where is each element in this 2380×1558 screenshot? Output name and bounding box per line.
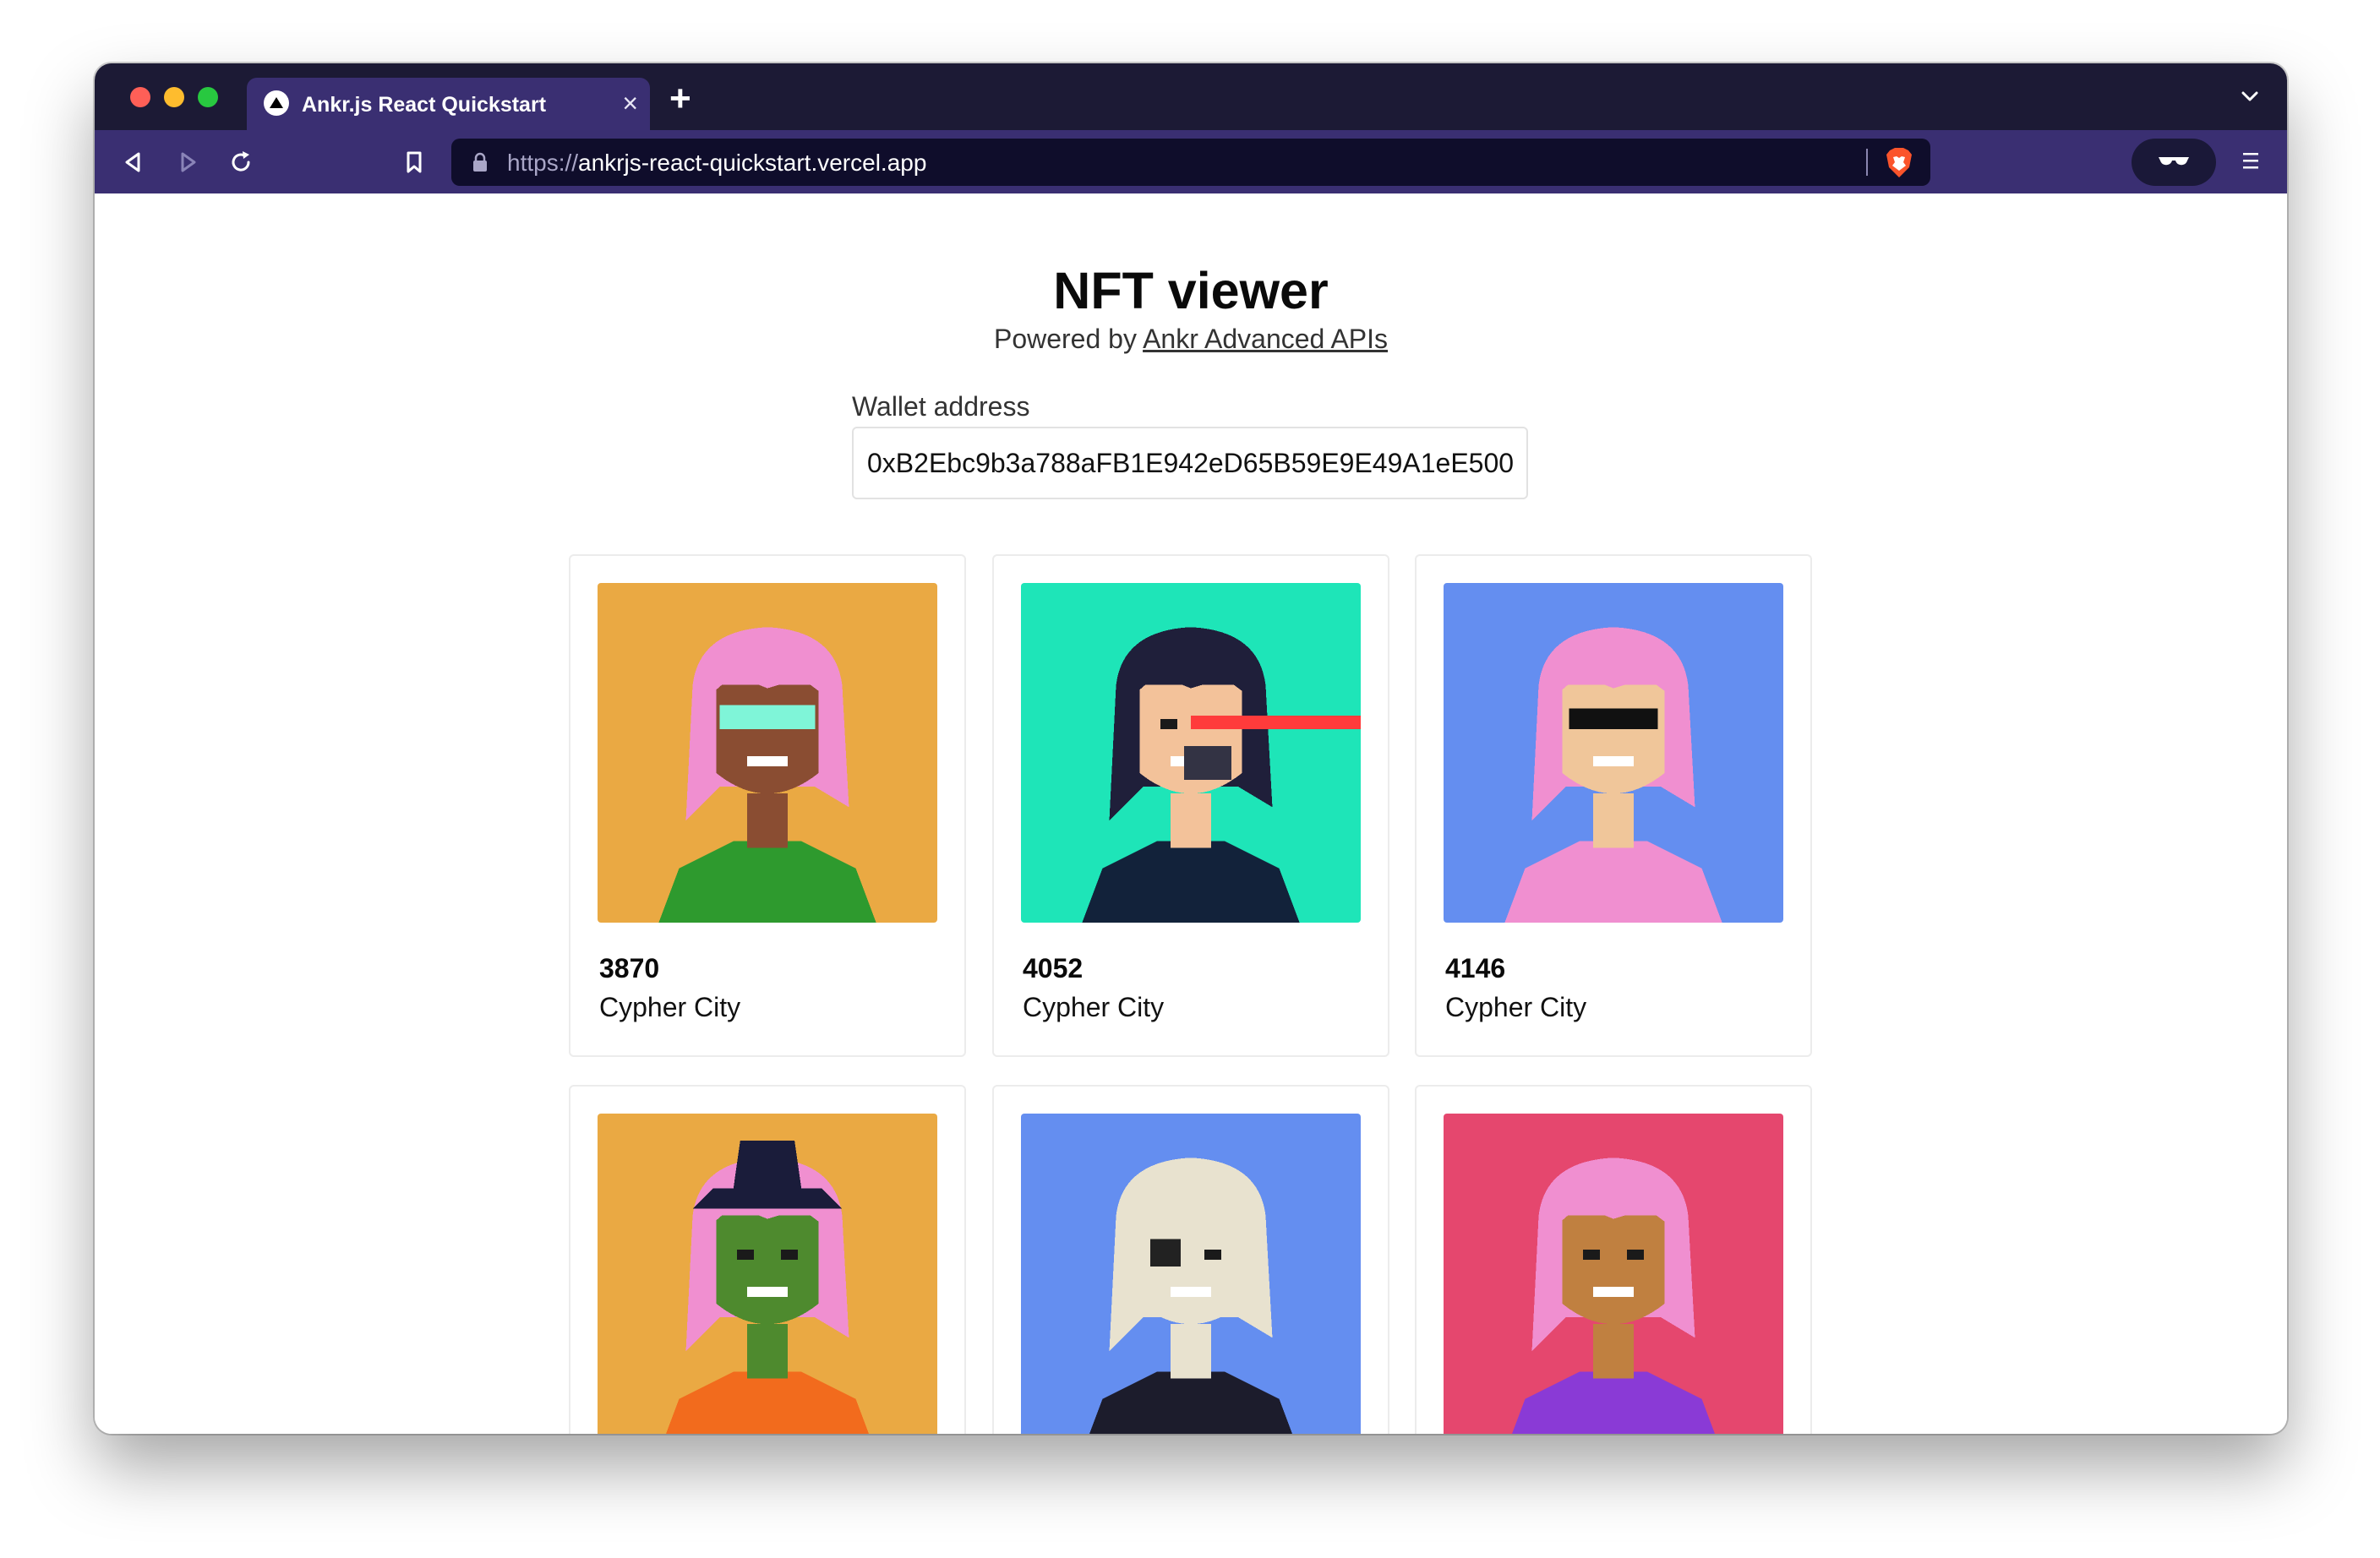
url-host: ankrjs-react-quickstart.vercel.app (578, 150, 927, 176)
avatar-mouth (1592, 756, 1635, 767)
avatar-face (1562, 1215, 1665, 1325)
private-window-indicator[interactable] (2132, 139, 2216, 186)
avatar-eye-left (1160, 718, 1177, 729)
avatar-neck (1592, 793, 1635, 848)
bookmark-icon[interactable] (399, 147, 429, 177)
avatar-face (716, 1215, 819, 1325)
avatar-gas-mask (1183, 745, 1232, 781)
avatar-mouth (1170, 1287, 1212, 1298)
nft-token-id: 4052 (1023, 953, 1084, 983)
avatar-art (1444, 583, 1783, 923)
page-content: NFT viewer Powered by Ankr Advanced APIs… (95, 193, 2287, 1434)
vercel-favicon-icon (264, 90, 289, 116)
avatar-eye-left (1582, 1249, 1600, 1260)
avatar-eye-right (1204, 1249, 1222, 1260)
tab-close-icon[interactable]: × (622, 88, 638, 118)
nft-card[interactable]: 4146 Cypher City (1415, 554, 1812, 1057)
browser-toolbar: https://ankrjs-react-quickstart.vercel.a… (95, 130, 2287, 193)
chevron-down-icon[interactable] (2238, 84, 2262, 108)
browser-window: Ankr.js React Quickstart × + https://ank… (95, 63, 2287, 1434)
nft-image (598, 583, 937, 923)
avatar-neck (746, 793, 789, 848)
back-icon[interactable] (118, 147, 149, 177)
nft-card[interactable] (992, 1085, 1389, 1434)
avatar-mouth (746, 1287, 789, 1298)
nft-collection-name: Cypher City (599, 992, 741, 1022)
close-window-button[interactable] (130, 87, 150, 107)
avatar-mouth (1592, 1287, 1635, 1298)
ankr-apis-link[interactable]: Ankr Advanced APIs (1143, 324, 1388, 354)
avatar-face (1562, 684, 1665, 794)
address-bar[interactable]: https://ankrjs-react-quickstart.vercel.a… (451, 139, 1930, 186)
forward-icon[interactable] (172, 147, 203, 177)
minimize-window-button[interactable] (164, 87, 184, 107)
avatar-laser-beam (1191, 715, 1361, 729)
avatar-mouth (746, 756, 789, 767)
wallet-address-label: Wallet address (852, 391, 1030, 422)
nft-image (1021, 583, 1361, 923)
url-scheme: https:// (507, 150, 579, 176)
nft-image (598, 1114, 937, 1434)
nft-collection-name: Cypher City (1445, 992, 1587, 1022)
url-separator (1866, 149, 1868, 176)
nft-token-id: 3870 (599, 953, 660, 983)
avatar-eye-right (1627, 1249, 1645, 1260)
avatar-visor (719, 705, 816, 729)
url-text[interactable]: https://ankrjs-react-quickstart.vercel.a… (507, 150, 926, 177)
nft-card[interactable]: 3870 Cypher City (569, 554, 966, 1057)
reload-icon[interactable] (226, 147, 256, 177)
nft-image (1444, 583, 1783, 923)
avatar-art (598, 1114, 937, 1434)
avatar-neck (1170, 1324, 1212, 1379)
avatar-face (716, 684, 819, 794)
nft-collection-name: Cypher City (1023, 992, 1165, 1022)
wallet-address-input[interactable] (852, 427, 1528, 499)
nft-image (1444, 1114, 1783, 1434)
nft-token-id: 4146 (1445, 953, 1506, 983)
page-title: NFT viewer (1053, 262, 1329, 319)
avatar-shades (1569, 708, 1658, 729)
nft-card[interactable]: 4052 Cypher City (992, 554, 1389, 1057)
tab-bar: Ankr.js React Quickstart × + (95, 63, 2287, 130)
avatar-neck (1592, 1324, 1635, 1379)
avatar-art (1021, 583, 1361, 923)
avatar-eye-right (781, 1249, 799, 1260)
new-tab-button[interactable]: + (669, 80, 691, 117)
maximize-window-button[interactable] (198, 87, 218, 107)
nft-card[interactable] (569, 1085, 966, 1434)
page-subtitle: Powered by Ankr Advanced APIs (95, 324, 2287, 355)
menu-icon[interactable] (2241, 149, 2260, 174)
avatar-neck (746, 1324, 789, 1379)
avatar-art (598, 583, 937, 923)
tab-title: Ankr.js React Quickstart (302, 93, 547, 117)
avatar-art (1444, 1114, 1783, 1434)
avatar-face (1139, 1215, 1242, 1325)
lock-icon (473, 152, 487, 172)
avatar-neck (1170, 793, 1212, 848)
brave-shield-icon[interactable] (1885, 147, 1913, 179)
tab-ankr-quickstart[interactable]: Ankr.js React Quickstart × (247, 78, 650, 130)
avatar-art (1021, 1114, 1361, 1434)
nft-card[interactable] (1415, 1085, 1812, 1434)
avatar-eyepatch (1149, 1239, 1181, 1267)
subtitle-prefix: Powered by (993, 324, 1144, 354)
nft-image (1021, 1114, 1361, 1434)
avatar-eye-left (736, 1249, 754, 1260)
private-glasses-icon (2159, 157, 2189, 166)
